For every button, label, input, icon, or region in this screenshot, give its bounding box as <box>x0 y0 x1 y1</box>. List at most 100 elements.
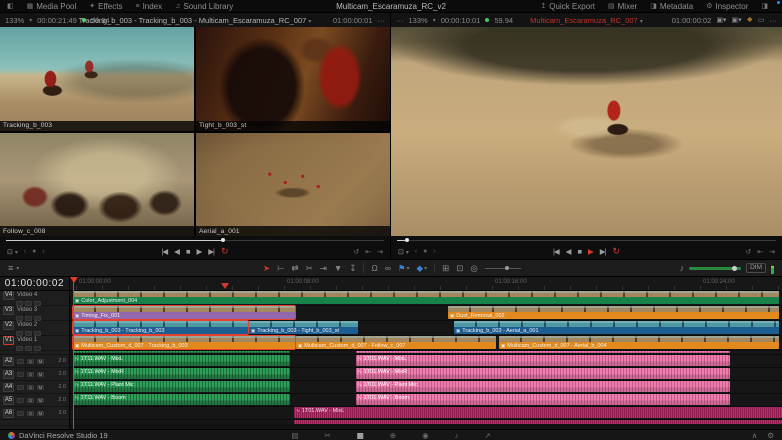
audio-lane-a5[interactable]: ∿1T11.WAV - Boom ∿1T01.WAV - Boom <box>70 394 782 407</box>
timeline-clip-title[interactable]: Multicam_Escaramuza_RC_007 ▾ <box>530 16 643 25</box>
audio-clip[interactable]: ∿1T11.WAV - MixL <box>73 355 290 366</box>
zoom-full-icon[interactable]: ⊡ <box>456 263 463 274</box>
track-badge-a2[interactable]: A2 <box>3 357 14 366</box>
audio-lane-a6[interactable]: ∿1T01.WAV - MixL <box>70 407 782 420</box>
flag-icon[interactable]: ⚑▾ <box>398 263 410 274</box>
audio-clip[interactable]: ∿1T11.WAV - Plant Mic <box>73 381 290 392</box>
video-lane-v3[interactable]: ▣Timing_Fix_001▣Dust_Removal_002 <box>70 306 782 321</box>
zoom-fit-icon[interactable]: ⊞ <box>442 263 449 274</box>
timeline-clip[interactable]: ▣Tracking_b_003 - Tight_b_003_st <box>249 321 358 334</box>
audio-clip[interactable]: ∿1T11.WAV - MixR <box>73 368 290 379</box>
panel-toggle-right-icon[interactable]: ◨ <box>761 2 768 10</box>
transport-clip-jump-icon[interactable]: ⇥ <box>377 248 383 256</box>
replace-clip-icon[interactable]: ↧ <box>349 263 356 274</box>
source-zoom-level[interactable]: 133% <box>5 16 24 25</box>
cut-page-button[interactable]: ✂ <box>324 431 330 440</box>
audio-clip[interactable]: ∿1T01.WAV - MixR <box>356 368 730 379</box>
marker-icon[interactable]: ◆▾ <box>417 263 428 274</box>
track-mute-button[interactable]: M <box>37 372 44 377</box>
audio-clip[interactable]: ∿1T01.WAV - Boom <box>356 394 730 405</box>
video-lane-v1[interactable]: ▣Multicam_Custom_d_007 - Tracking_b_003 ▣… <box>70 336 782 351</box>
panel-toggle-icon[interactable]: ◧ <box>7 2 14 10</box>
timeline-marker[interactable] <box>221 283 229 289</box>
video-lane-v4[interactable]: ▣Color_Adjustment_004 <box>70 291 782 306</box>
index-button[interactable]: ≡Index <box>135 2 162 11</box>
settings-gear-icon[interactable]: ⚙ <box>767 431 774 440</box>
dynamic-trim-mode-icon[interactable]: ⇄ <box>292 263 299 274</box>
track-solo-button[interactable]: S <box>27 359 34 364</box>
track-mute-button[interactable]: M <box>37 385 44 390</box>
timeline-clip[interactable]: ▣Tracking_b_003 - Aerial_a_001 <box>454 321 779 334</box>
track-lock-icon[interactable] <box>17 359 24 364</box>
multicam-angle-2[interactable]: Tight_b_003_st <box>196 27 390 131</box>
timeline-clip[interactable]: ▣Multicam_Custom_d_007 - Aerial_b_004 <box>499 336 779 349</box>
sound-library-button[interactable]: ♫Sound Library <box>175 2 233 11</box>
track-header-v4[interactable]: V4Video 4 <box>0 291 69 306</box>
track-lock-icon[interactable] <box>17 398 24 403</box>
source-clip-title[interactable]: Tracking_b_003 - Tracking_b_003 - Multic… <box>79 16 312 25</box>
stop-button[interactable]: ■ <box>186 247 190 256</box>
track-solo-button[interactable]: S <box>27 385 34 390</box>
multicam-angle-3[interactable]: Follow_c_008 <box>0 133 194 237</box>
audio-clip[interactable]: ∿1T01.WAV - MixL <box>294 407 782 418</box>
fusion-page-button[interactable]: ⊕ <box>390 431 396 440</box>
mixer-button[interactable]: ▤Mixer <box>608 2 637 11</box>
play-button[interactable]: ▶ <box>196 247 201 256</box>
transport-loop-icon[interactable]: ↺ <box>745 248 751 256</box>
jog-control[interactable]: ‹ ● › <box>415 248 438 255</box>
timeline-scrubber[interactable] <box>391 236 782 244</box>
track-badge-v2[interactable]: V2 <box>3 321 14 330</box>
multicam-angle-4-active[interactable]: Aerial_a_001 <box>196 133 390 237</box>
track-header-a6[interactable]: A6SM2.0 <box>0 407 69 420</box>
track-mute-button[interactable]: M <box>37 398 44 403</box>
timeline-clip[interactable]: ▣Multicam_Custom_d_007 - Tracking_b_003 <box>73 336 295 349</box>
go-to-start-button[interactable]: |◀ <box>161 247 167 256</box>
track-lock-icon[interactable] <box>17 372 24 377</box>
timeline-clip[interactable]: ▣Tracking_b_003 - Tracking_b_003 <box>73 321 248 334</box>
deliver-page-button[interactable]: ↗ <box>484 431 490 440</box>
dim-button[interactable]: DIM <box>746 263 766 273</box>
timeline-clip[interactable]: ▣Timing_Fix_001 <box>73 306 295 319</box>
insert-clip-icon[interactable]: ⇥ <box>320 263 327 274</box>
media-pool-button[interactable]: ▦Media Pool <box>27 2 77 11</box>
effects-button[interactable]: ✦Effects <box>89 2 122 11</box>
timeline-zoom-level[interactable]: 133% <box>409 16 428 25</box>
jog-control[interactable]: ‹ ● › <box>24 248 47 255</box>
audio-clip[interactable] <box>73 351 290 353</box>
track-badge-v3[interactable]: V3 <box>3 306 14 315</box>
media-page-button[interactable]: ▤ <box>291 431 298 440</box>
go-to-start-button[interactable]: |◀ <box>553 247 559 256</box>
track-badge-a6[interactable]: A6 <box>3 409 14 418</box>
audio-clip[interactable]: ∿1T11.WAV - Boom <box>73 394 290 405</box>
source-scrubber[interactable] <box>0 236 390 244</box>
go-to-end-button[interactable]: ▶| <box>208 247 214 256</box>
track-header-a3[interactable]: A3SM2.0 <box>0 368 69 381</box>
trim-edit-mode-icon[interactable]: ⊢ <box>277 263 284 274</box>
audio-clip[interactable] <box>294 420 782 424</box>
transport-clip-jump-icon[interactable]: ⇥ <box>769 248 775 256</box>
track-header-a2[interactable]: A2SM2.0 <box>0 355 69 368</box>
track-mute-button[interactable]: M <box>37 411 44 416</box>
track-badge-a3[interactable]: A3 <box>3 370 14 379</box>
track-lock-icon[interactable] <box>17 411 24 416</box>
track-enable-icon[interactable] <box>16 346 23 351</box>
transport-match-frame-icon[interactable]: ⇤ <box>757 248 763 256</box>
timeline-clip[interactable]: ▣Color_Adjustment_004 <box>73 291 779 304</box>
overwrite-clip-icon[interactable]: ▼ <box>334 263 342 273</box>
source-more-options[interactable]: ··· <box>378 16 386 25</box>
zoom-custom-icon[interactable]: ◎ <box>470 263 477 274</box>
view-mode-button[interactable]: ⊡ ▾ <box>7 248 18 256</box>
fairlight-page-button[interactable]: ♪ <box>455 431 459 440</box>
track-header-v2[interactable]: V2Video 2 <box>0 321 69 336</box>
camera-select-icon[interactable]: ▣▾ <box>731 16 741 24</box>
volume-slider[interactable] <box>689 267 741 270</box>
audio-lane-a2[interactable]: ∿1T11.WAV - MixL∿1T01.WAV - MixL <box>70 355 782 368</box>
video-lane-v2[interactable]: ▣Tracking_b_003 - Tracking_b_003▣Trackin… <box>70 321 782 336</box>
loop-playback-button[interactable]: ↻ <box>221 246 229 257</box>
stop-button[interactable]: ■ <box>577 247 581 256</box>
edit-page-button[interactable]: ▦ <box>357 431 364 440</box>
multicam-angle-1[interactable]: Tracking_b_003 <box>0 27 194 131</box>
track-badge-a5[interactable]: A5 <box>3 396 14 405</box>
track-solo-button[interactable]: S <box>27 398 34 403</box>
color-overlay-icon[interactable]: ❖ <box>747 16 753 24</box>
